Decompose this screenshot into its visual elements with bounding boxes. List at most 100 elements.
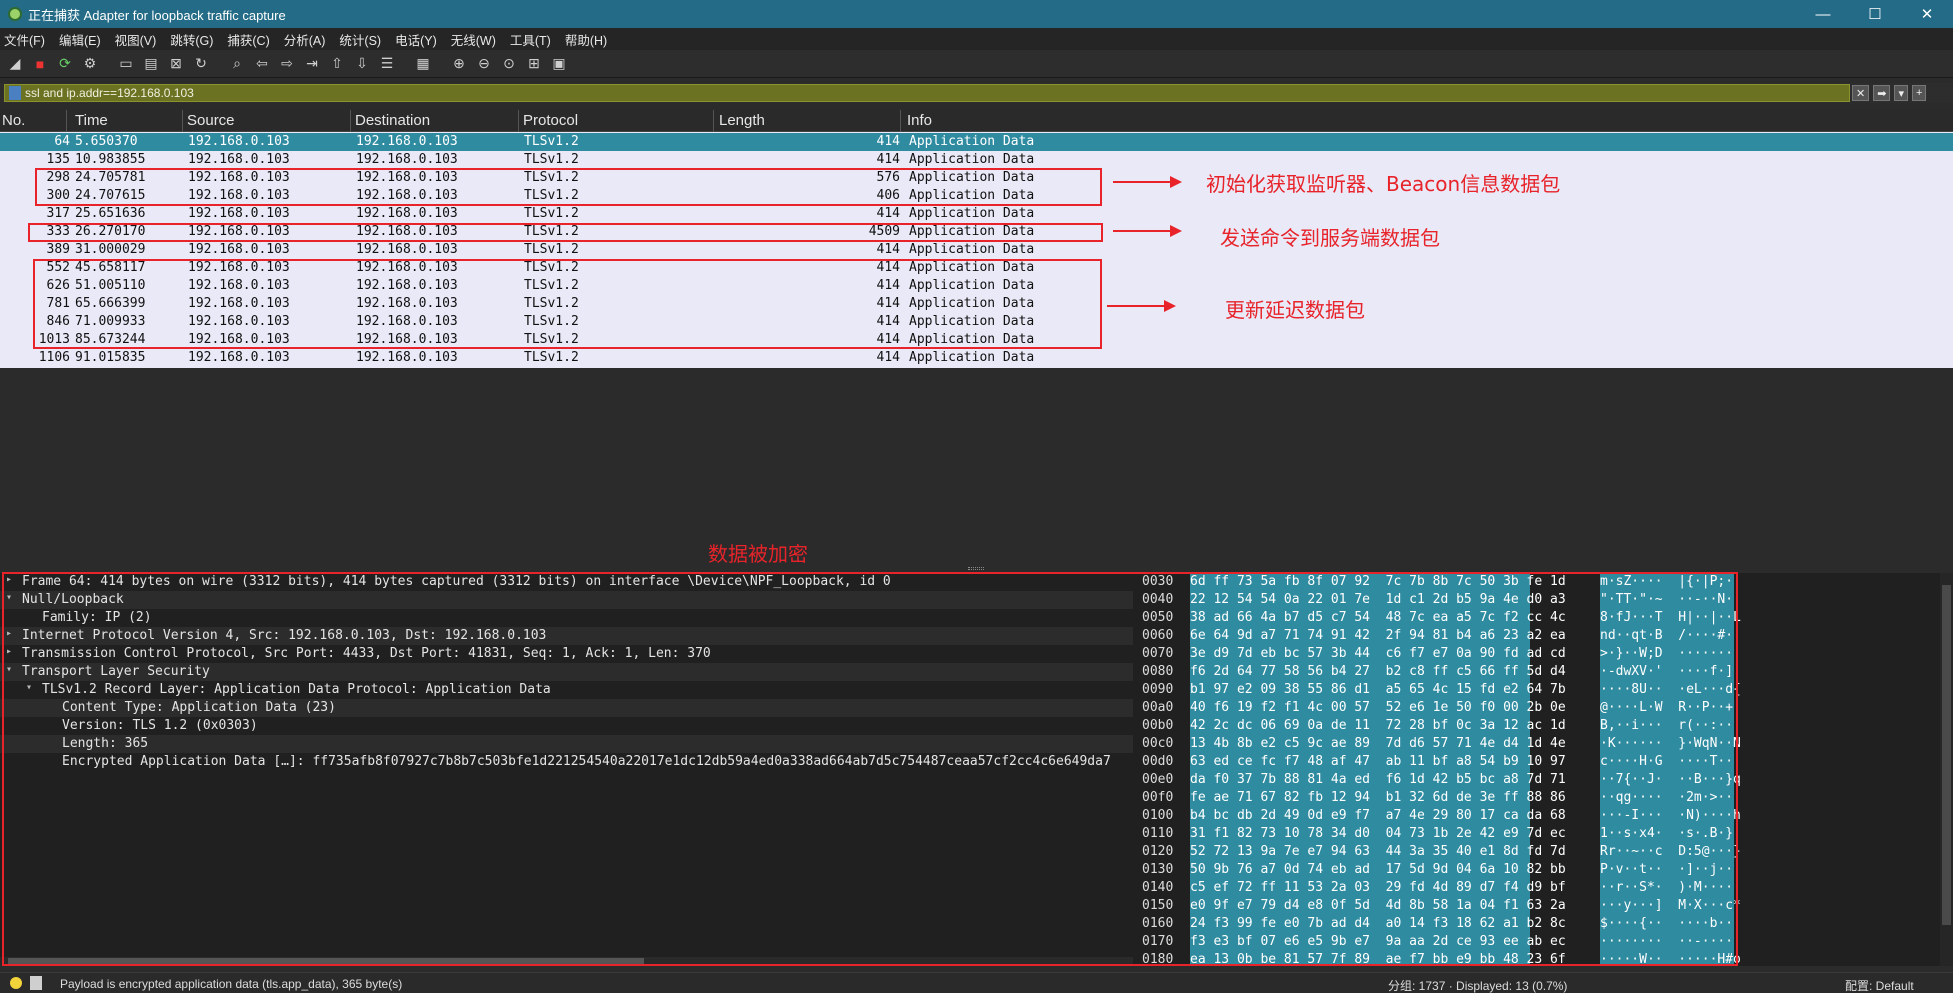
menu-edit[interactable]: 编辑(E) — [59, 30, 101, 49]
pane-splitter-handle[interactable] — [968, 567, 984, 570]
open-file-icon[interactable]: ▭ — [115, 53, 137, 75]
go-forward-icon[interactable]: ⇨ — [276, 53, 298, 75]
toolbar-separator — [104, 53, 112, 75]
status-bar: Payload is encrypted application data (t… — [0, 972, 1953, 993]
wireshark-fin-icon — [8, 7, 22, 21]
packet-row[interactable]: 389 31.000029 192.168.0.103 192.168.0.103 TL… — [0, 241, 1953, 259]
menu-bar: 文件(F) 编辑(E) 视图(V) 跳转(G) 捕获(C) 分析(A) 统计(S… — [0, 28, 1953, 50]
annotation-arrow — [1107, 300, 1176, 312]
toolbar-separator — [401, 53, 409, 75]
maximize-button[interactable]: ☐ — [1849, 0, 1901, 28]
recent-filters-dropdown[interactable]: ▾ — [1894, 85, 1908, 101]
display-filter-input[interactable]: ssl and ip.addr==192.168.0.103 — [4, 84, 1850, 102]
menu-wireless[interactable]: 无线(W) — [451, 30, 496, 49]
title-bar: 正在捕获 Adapter for loopback traffic captur… — [0, 0, 1953, 28]
menu-go[interactable]: 跳转(G) — [170, 30, 213, 49]
packet-list: 64 5.650370 192.168.0.103 192.168.0.103 TLSv… — [0, 132, 1953, 368]
find-packet-icon[interactable]: ⌕ — [226, 53, 248, 75]
packet-length: 414 — [876, 350, 900, 365]
highlight-box-sleep — [33, 259, 1102, 349]
packet-length: 414 — [876, 242, 900, 257]
column-info[interactable]: Info — [907, 112, 932, 129]
minimize-button[interactable]: — — [1797, 0, 1849, 28]
shark-fin-start-icon[interactable]: ◢ — [4, 53, 26, 75]
resize-columns-icon[interactable]: ⊞ — [523, 53, 545, 75]
colorize-icon[interactable]: ▦ — [412, 53, 434, 75]
menu-file[interactable]: 文件(F) — [4, 30, 45, 49]
packet-info: Application Data — [909, 206, 1035, 221]
column-protocol[interactable]: Protocol — [523, 112, 578, 129]
status-field-description: Payload is encrypted application data (t… — [60, 977, 403, 991]
menu-help[interactable]: 帮助(H) — [565, 30, 607, 49]
packet-info: Application Data — [909, 134, 1035, 149]
clear-filter-button[interactable]: ✕ — [1852, 85, 1870, 101]
toolbar-separator — [437, 53, 445, 75]
packet-length: 414 — [876, 152, 900, 167]
first-packet-icon[interactable]: ⇧ — [326, 53, 348, 75]
packet-length: 414 — [876, 206, 900, 221]
status-profile[interactable]: 配置: Default — [1845, 977, 1914, 993]
capture-comment-icon[interactable] — [30, 976, 42, 990]
annotation-sleep-label: 更新延迟数据包 — [1225, 298, 1365, 322]
packet-length: 414 — [876, 134, 900, 149]
main-toolbar: ◢ ■ ⟳ ⚙ ▭ ▤ ⊠ ↻ ⌕ ⇦ ⇨ ⇥ ⇧ ⇩ ☰ ▦ ⊕ ⊖ ⊙ ⊞ … — [0, 50, 1953, 78]
toolbar-separator — [215, 53, 223, 75]
annotation-init-label: 初始化获取监听器、Beacon信息数据包 — [1206, 172, 1561, 196]
go-back-icon[interactable]: ⇦ — [251, 53, 273, 75]
menu-telephony[interactable]: 电话(Y) — [395, 30, 437, 49]
column-divider[interactable] — [713, 110, 714, 132]
column-divider[interactable] — [182, 110, 183, 132]
empty-list-area — [0, 368, 1953, 568]
packet-row[interactable]: 317 25.651636 192.168.0.103 192.168.0.103 TL… — [0, 205, 1953, 223]
apply-filter-button[interactable]: ➡ — [1873, 85, 1891, 101]
display-filter-value: ssl and ip.addr==192.168.0.103 — [25, 86, 194, 100]
zoom-in-icon[interactable]: ⊕ — [448, 53, 470, 75]
restart-capture-icon[interactable]: ⟳ — [54, 53, 76, 75]
close-file-icon[interactable]: ⊠ — [165, 53, 187, 75]
column-source[interactable]: Source — [187, 112, 235, 129]
column-length[interactable]: Length — [719, 112, 765, 129]
menu-analyze[interactable]: 分析(A) — [284, 30, 326, 49]
close-button[interactable]: ✕ — [1901, 0, 1953, 28]
column-divider[interactable] — [66, 110, 67, 132]
reload-file-icon[interactable]: ↻ — [190, 53, 212, 75]
packet-row[interactable]: 135 10.983855 192.168.0.103 192.168.0.103 TL… — [0, 151, 1953, 169]
bookmark-icon[interactable] — [9, 86, 21, 100]
column-divider[interactable] — [350, 110, 351, 132]
stop-capture-icon[interactable]: ■ — [29, 53, 51, 75]
column-divider[interactable] — [518, 110, 519, 132]
window-title: 正在捕获 Adapter for loopback traffic captur… — [28, 7, 286, 23]
packet-info: Application Data — [909, 152, 1035, 167]
column-time[interactable]: Time — [75, 112, 108, 129]
packet-row[interactable]: 1106 91.015835 192.168.0.103 192.168.0.103 T… — [0, 349, 1953, 367]
annotation-arrow — [1113, 225, 1182, 237]
highlight-box-command — [28, 223, 1103, 242]
auto-scroll-icon[interactable]: ☰ — [376, 53, 398, 75]
zoom-normal-icon[interactable]: ⊙ — [498, 53, 520, 75]
wireshark-window: 正在捕获 Adapter for loopback traffic captur… — [0, 0, 1953, 993]
column-no[interactable]: No. — [2, 112, 25, 129]
capture-options-icon[interactable]: ⚙ — [79, 53, 101, 75]
go-to-packet-icon[interactable]: ⇥ — [301, 53, 323, 75]
bytes-vertical-scrollbar[interactable] — [1940, 573, 1953, 966]
highlight-box-encrypted — [2, 572, 1738, 966]
menu-capture[interactable]: 捕获(C) — [227, 30, 269, 49]
save-file-icon[interactable]: ▤ — [140, 53, 162, 75]
annotation-arrow — [1113, 176, 1182, 188]
menu-view[interactable]: 视图(V) — [115, 30, 157, 49]
layout-icon[interactable]: ▣ — [548, 53, 570, 75]
column-divider[interactable] — [900, 110, 901, 132]
expert-info-icon[interactable] — [10, 977, 22, 989]
menu-tools[interactable]: 工具(T) — [510, 30, 551, 49]
annotation-command-label: 发送命令到服务端数据包 — [1220, 226, 1440, 250]
scrollbar-thumb[interactable] — [1942, 585, 1951, 925]
display-filter-bar: ssl and ip.addr==192.168.0.103 ✕ ➡ ▾ + — [0, 83, 1953, 103]
packet-row[interactable]: 64 5.650370 192.168.0.103 192.168.0.103 TLSv… — [0, 133, 1953, 151]
highlight-box-init — [35, 168, 1102, 206]
last-packet-icon[interactable]: ⇩ — [351, 53, 373, 75]
column-destination[interactable]: Destination — [355, 112, 430, 129]
zoom-out-icon[interactable]: ⊖ — [473, 53, 495, 75]
add-filter-button-icon[interactable]: + — [1911, 85, 1927, 101]
packet-info: Application Data — [909, 242, 1035, 257]
menu-statistics[interactable]: 统计(S) — [339, 30, 381, 49]
